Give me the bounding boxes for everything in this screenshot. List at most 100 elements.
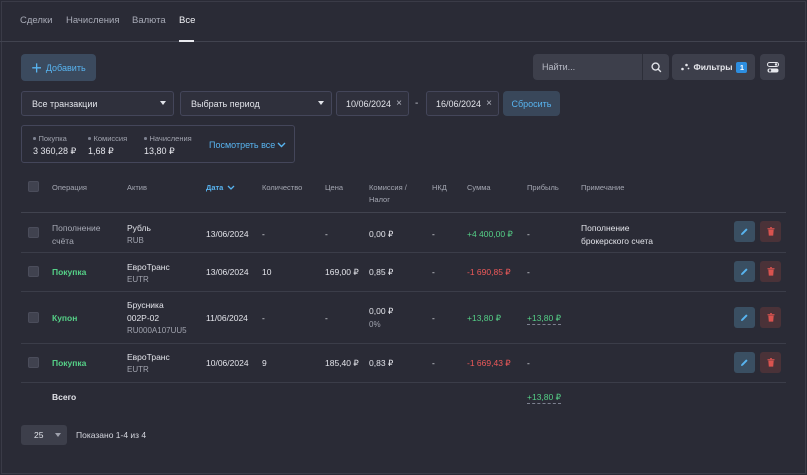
edit-button[interactable] [734, 221, 755, 242]
edit-button[interactable] [734, 307, 755, 328]
clear-date-from-icon[interactable]: × [396, 98, 402, 109]
chevron-down-icon [318, 101, 324, 105]
row-date: 10/06/2024 [206, 358, 249, 368]
delete-button[interactable] [760, 221, 781, 242]
trash-icon [767, 267, 774, 276]
toggle-settings-icon [766, 61, 779, 72]
search-icon [650, 61, 661, 72]
tab-deals[interactable]: Сделки [20, 15, 52, 26]
summary-accruals-value: 13,80 ₽ [144, 146, 175, 156]
plus-icon: + [31, 57, 42, 78]
header-nkd: НКД [432, 183, 447, 192]
row-commission-percent: 0% [369, 320, 381, 329]
filters-button[interactable]: Фильтры 1 [672, 54, 755, 80]
summary-accruals-caption: Начисления [149, 134, 192, 143]
pencil-icon [741, 268, 748, 275]
row-asset-name: Брусника [127, 300, 164, 310]
row-divider [21, 343, 786, 344]
filter-sparkle-icon [680, 63, 689, 71]
header-commission-line2: Налог [369, 195, 390, 204]
total-label: Всего [52, 392, 77, 402]
row-note-line1: Пополнение [581, 223, 630, 233]
header-note: Примечание [581, 183, 625, 192]
row-quantity: - [262, 229, 265, 239]
row-date: 13/06/2024 [206, 267, 249, 277]
delete-button[interactable] [760, 352, 781, 373]
row-asset-isin: RU000A107UU5 [127, 326, 187, 335]
row-nkd: - [432, 229, 435, 239]
row-checkbox[interactable] [28, 312, 39, 323]
summary-purchase-caption: Покупка [38, 134, 67, 143]
pagination-info: Показано 1-4 из 4 [76, 430, 147, 440]
row-asset-name: Рубль [127, 223, 151, 233]
filters-label: Фильтры [693, 62, 733, 72]
transactions-select-value: Все транзакции [32, 99, 98, 109]
filters-count-badge: 1 [736, 61, 748, 73]
date-range-separator: - [415, 98, 419, 109]
edit-button[interactable] [734, 352, 755, 373]
row-date: 13/06/2024 [206, 229, 249, 239]
row-divider [21, 291, 786, 292]
chevron-down-icon [277, 142, 286, 148]
period-select-value: Выбрать период [191, 99, 260, 109]
header-commission: Комиссия / Налог [369, 182, 407, 206]
row-operation: Покупка [52, 267, 87, 277]
row-operation: Покупка [52, 358, 87, 368]
row-sum: -1 669,43 ₽ [467, 358, 511, 368]
summary-purchase: Покупка 3 360,28 ₽ [33, 134, 76, 157]
header-date-label: Дата [206, 183, 224, 192]
row-quantity: 10 [262, 267, 272, 277]
summary-commission-caption: Комиссия [93, 134, 128, 143]
row-checkbox[interactable] [28, 266, 39, 277]
search-input[interactable]: Найти... [542, 62, 575, 72]
row-checkbox[interactable] [28, 227, 39, 238]
transactions-select[interactable]: Все транзакции [21, 91, 174, 116]
row-quantity: 9 [262, 358, 267, 368]
header-quantity: Количество [262, 183, 303, 192]
search-button[interactable] [642, 54, 669, 80]
row-nkd: - [432, 313, 435, 323]
row-commission: 0,00 ₽ [369, 229, 394, 239]
select-all-checkbox[interactable] [28, 181, 39, 192]
view-settings-button[interactable] [760, 54, 785, 80]
header-asset: Актив [127, 183, 147, 192]
pencil-icon [741, 314, 748, 321]
row-profit: - [527, 229, 530, 239]
row-checkbox[interactable] [28, 357, 39, 368]
see-all-link[interactable]: Посмотреть все [209, 140, 286, 150]
delete-button[interactable] [760, 307, 781, 328]
tab-currency[interactable]: Валюта [132, 15, 166, 26]
date-from-field[interactable]: 10/06/2024 × [336, 91, 409, 116]
header-divider [21, 212, 786, 213]
row-price: 169,00 ₽ [325, 267, 359, 277]
period-select[interactable]: Выбрать период [180, 91, 332, 116]
trash-icon [767, 313, 774, 322]
row-profit: - [527, 358, 530, 368]
row-asset-ticker: RUB [127, 236, 144, 245]
delete-button[interactable] [760, 261, 781, 282]
row-asset-ticker: EUTR [127, 365, 149, 374]
add-button[interactable]: + Добавить [21, 54, 96, 81]
date-to-field[interactable]: 16/06/2024 × [426, 91, 499, 116]
tab-accruals[interactable]: Начисления [66, 15, 119, 26]
tab-all[interactable]: Все [179, 15, 195, 26]
add-button-label: Добавить [45, 62, 86, 73]
row-commission: 0,85 ₽ [369, 267, 394, 277]
row-operation: Купон [52, 313, 78, 323]
row-asset-name: ЕвроТранс [127, 352, 170, 362]
edit-button[interactable] [734, 261, 755, 282]
clear-date-to-icon[interactable]: × [486, 98, 492, 109]
reset-button[interactable]: Сбросить [503, 91, 560, 116]
search-box: Найти... [533, 54, 669, 80]
date-from-value: 10/06/2024 [346, 99, 392, 109]
summary-purchase-value: 3 360,28 ₽ [33, 146, 77, 156]
header-profit: Прибыль [527, 183, 559, 192]
row-divider [21, 252, 786, 253]
summary-panel: Покупка 3 360,28 ₽ Комиссия 1,68 ₽ Начис… [21, 125, 295, 163]
page-size-select[interactable]: 25 [21, 425, 67, 445]
header-date[interactable]: Дата [206, 182, 235, 194]
row-nkd: - [432, 358, 435, 368]
row-asset-series: 002P-02 [127, 313, 160, 323]
header-sum: Сумма [467, 183, 491, 192]
row-divider [21, 382, 786, 383]
